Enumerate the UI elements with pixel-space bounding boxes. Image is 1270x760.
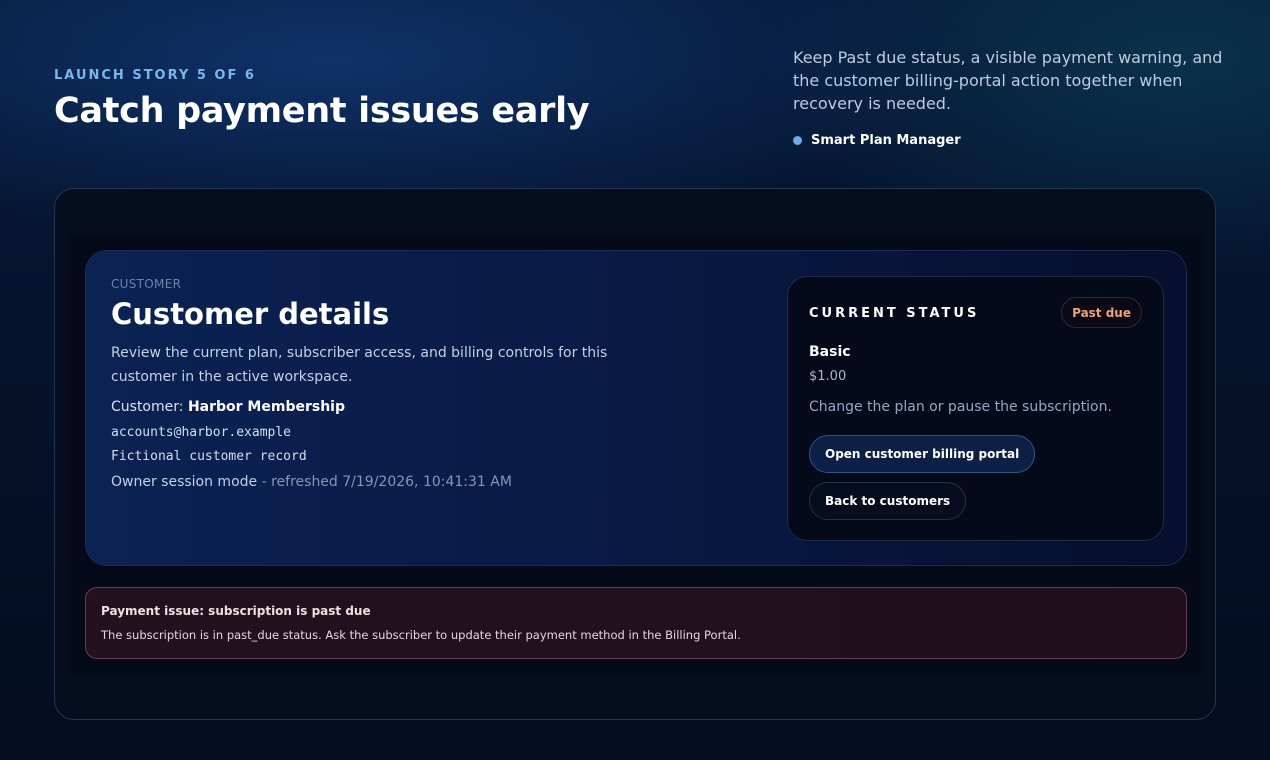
customer-email: accounts@harbor.example bbox=[111, 425, 292, 440]
plan-hint: Change the plan or pause the subscriptio… bbox=[809, 399, 1112, 415]
current-status-heading: CURRENT STATUS bbox=[809, 306, 980, 321]
hero-description: Keep Past due status, a visible payment … bbox=[793, 48, 1223, 113]
app-viewport: CUSTOMER Customer details Review the cur… bbox=[69, 234, 1203, 674]
hero-aside: Keep Past due status, a visible payment … bbox=[793, 46, 1233, 148]
page-title: Catch payment issues early bbox=[54, 91, 590, 131]
alert-body: The subscription is in past_due status. … bbox=[101, 628, 741, 642]
plan-name: Basic bbox=[809, 344, 851, 360]
status-badge: Past due bbox=[1061, 297, 1142, 328]
brand-row: Smart Plan Manager bbox=[793, 133, 1233, 148]
session-info: Owner session mode - refreshed 7/19/2026… bbox=[111, 474, 512, 490]
customer-details-title: Customer details bbox=[111, 297, 390, 331]
launch-story-eyebrow: LAUNCH STORY 5 OF 6 bbox=[54, 68, 256, 83]
payment-issue-alert: Payment issue: subscription is past due … bbox=[85, 587, 1187, 659]
status-dot-icon bbox=[793, 136, 802, 145]
open-billing-portal-button[interactable]: Open customer billing portal bbox=[809, 435, 1036, 473]
section-label: CUSTOMER bbox=[111, 277, 182, 291]
session-mode: Owner session mode bbox=[111, 474, 258, 490]
current-status-card: CURRENT STATUS Past due Basic $1.00 Chan… bbox=[787, 276, 1164, 541]
hero-header: LAUNCH STORY 5 OF 6 Catch payment issues… bbox=[54, 68, 590, 131]
brand-name: Smart Plan Manager bbox=[811, 133, 961, 148]
customer-details-card: CUSTOMER Customer details Review the cur… bbox=[85, 250, 1187, 566]
customer-name-label: Customer: bbox=[111, 399, 184, 415]
customer-details-description: Review the current plan, subscriber acce… bbox=[111, 345, 608, 385]
alert-title: Payment issue: subscription is past due bbox=[101, 604, 371, 618]
plan-price: $1.00 bbox=[809, 369, 847, 384]
customer-record-note: Fictional customer record bbox=[111, 449, 307, 464]
back-to-customers-button[interactable]: Back to customers bbox=[809, 482, 967, 520]
customer-name-line: Customer: Harbor Membership bbox=[111, 399, 345, 415]
refreshed-timestamp: - refreshed 7/19/2026, 10:41:31 AM bbox=[257, 474, 512, 490]
app-frame: CUSTOMER Customer details Review the cur… bbox=[54, 188, 1216, 720]
customer-name: Harbor Membership bbox=[187, 399, 345, 415]
